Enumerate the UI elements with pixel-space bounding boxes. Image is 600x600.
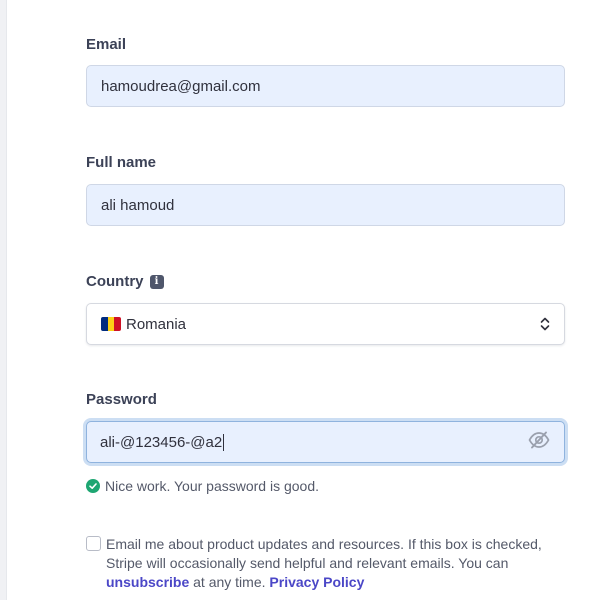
consent-text-middle: at any time. bbox=[189, 574, 270, 590]
privacy-policy-link[interactable]: Privacy Policy bbox=[269, 574, 364, 590]
check-circle-icon bbox=[86, 479, 100, 493]
email-label: Email bbox=[86, 36, 126, 53]
consent-text: Email me about product updates and resou… bbox=[106, 535, 567, 592]
signup-page: Email hamoudrea@gmail.com Full name ali … bbox=[0, 0, 600, 600]
eye-off-icon[interactable] bbox=[528, 431, 550, 453]
side-panel-edge bbox=[0, 0, 7, 600]
password-strength-hint: Nice work. Your password is good. bbox=[86, 478, 319, 494]
password-value: ali-@123456-@a2 bbox=[100, 433, 223, 451]
country-value: Romania bbox=[126, 315, 187, 333]
password-field[interactable]: ali-@123456-@a2 bbox=[86, 421, 565, 463]
full-name-value: ali hamoud bbox=[101, 196, 175, 214]
email-field[interactable]: hamoudrea@gmail.com bbox=[86, 65, 565, 107]
info-icon[interactable]: i bbox=[149, 274, 164, 289]
country-select[interactable]: Romania bbox=[86, 303, 565, 345]
consent-text-main: Email me about product updates and resou… bbox=[106, 536, 542, 571]
romania-flag-icon bbox=[101, 317, 121, 331]
country-selected: Romania bbox=[101, 316, 186, 333]
full-name-field[interactable]: ali hamoud bbox=[86, 184, 565, 226]
password-hint-text: Nice work. Your password is good. bbox=[105, 478, 319, 494]
text-cursor bbox=[223, 433, 225, 451]
password-label: Password bbox=[86, 391, 157, 408]
unsubscribe-link[interactable]: unsubscribe bbox=[106, 574, 189, 590]
password-label-text: Password bbox=[86, 391, 157, 408]
full-name-label-text: Full name bbox=[86, 154, 157, 171]
marketing-consent-checkbox[interactable] bbox=[86, 536, 101, 551]
email-label-text: Email bbox=[86, 36, 127, 53]
marketing-consent: Email me about product updates and resou… bbox=[86, 535, 567, 592]
chevron-up-down-icon bbox=[540, 316, 550, 332]
full-name-label: Full name bbox=[86, 154, 156, 171]
email-value: hamoudrea@gmail.com bbox=[101, 77, 261, 95]
country-label-text: Country bbox=[86, 273, 144, 290]
country-label: Country i bbox=[86, 273, 164, 290]
password-value-wrap: ali-@123456-@a2 bbox=[100, 433, 225, 451]
